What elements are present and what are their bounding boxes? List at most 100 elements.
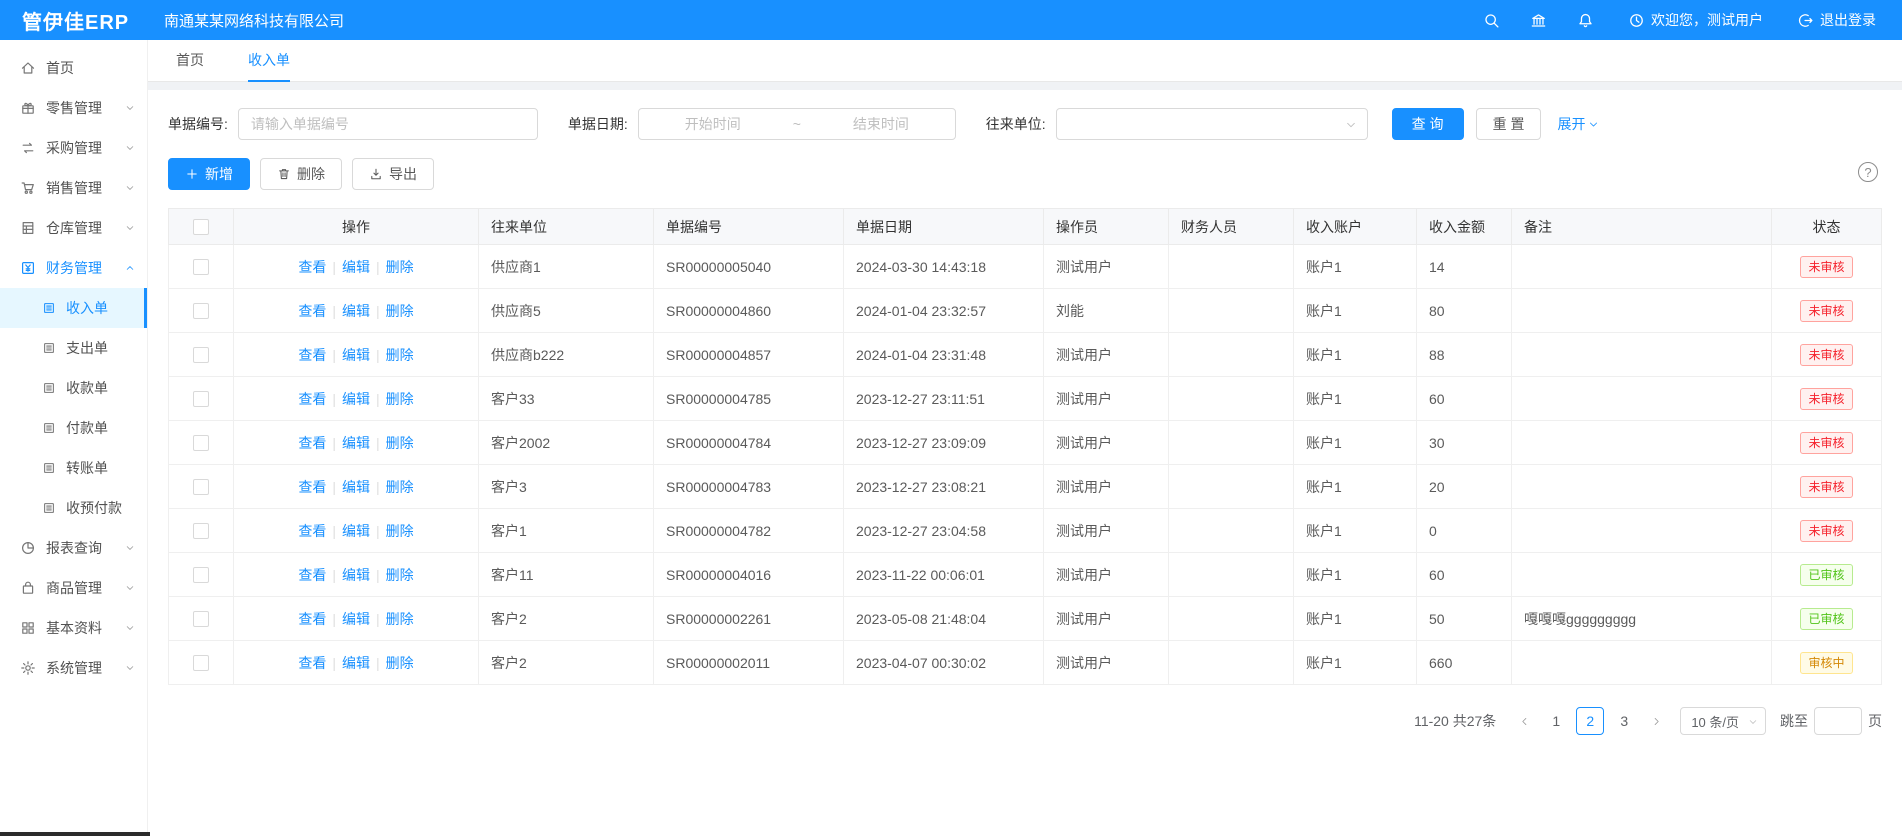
delete-link[interactable]: 删除: [386, 611, 414, 627]
sidebar-subitem[interactable]: 转账单: [0, 448, 147, 488]
row-checkbox[interactable]: [193, 567, 209, 583]
view-link[interactable]: 查看: [298, 303, 326, 319]
edit-link[interactable]: 编辑: [342, 347, 370, 363]
search-button[interactable]: 查 询: [1392, 108, 1464, 140]
view-link[interactable]: 查看: [298, 259, 326, 275]
bank-icon[interactable]: [1530, 12, 1547, 29]
edit-link[interactable]: 编辑: [342, 391, 370, 407]
user-menu[interactable]: 欢迎您，测试用户: [1628, 10, 1763, 30]
sidebar-subitem[interactable]: 付款单: [0, 408, 147, 448]
cell-amount: 20: [1417, 465, 1512, 509]
cell-bill-no: SR00000004783: [654, 465, 844, 509]
page-number[interactable]: 1: [1542, 707, 1570, 735]
view-link[interactable]: 查看: [298, 567, 326, 583]
view-link[interactable]: 查看: [298, 523, 326, 539]
status-badge: 未审核: [1800, 300, 1852, 322]
sidebar-item[interactable]: 报表查询: [0, 528, 147, 568]
prev-page-button[interactable]: [1512, 707, 1536, 735]
delete-link[interactable]: 删除: [386, 479, 414, 495]
tab-label: 首页: [176, 50, 204, 70]
delete-button[interactable]: 删除: [260, 158, 342, 190]
bill-no-input[interactable]: [238, 108, 538, 140]
sidebar-subitem[interactable]: 收款单: [0, 368, 147, 408]
cell-operator-text: 测试用户: [1056, 655, 1112, 671]
sidebar-item[interactable]: 系统管理: [0, 648, 147, 688]
cell-amount-text: 80: [1429, 303, 1445, 319]
sidebar-item[interactable]: 零售管理: [0, 88, 147, 128]
date-end-placeholder[interactable]: 结束时间: [807, 114, 955, 134]
delete-link[interactable]: 删除: [386, 303, 414, 319]
view-link[interactable]: 查看: [298, 435, 326, 451]
edit-link[interactable]: 编辑: [342, 523, 370, 539]
date-start-placeholder[interactable]: 开始时间: [639, 114, 787, 134]
page-size-select[interactable]: 10 条/页: [1680, 707, 1766, 735]
cell-operator: 测试用户: [1044, 245, 1169, 289]
sidebar-item[interactable]: 采购管理: [0, 128, 147, 168]
expand-link[interactable]: 展开: [1557, 114, 1599, 134]
row-checkbox[interactable]: [193, 611, 209, 627]
sidebar-item[interactable]: 基本资料: [0, 608, 147, 648]
row-checkbox[interactable]: [193, 303, 209, 319]
view-link[interactable]: 查看: [298, 347, 326, 363]
search-icon[interactable]: [1483, 12, 1500, 29]
jump-input[interactable]: [1814, 707, 1862, 735]
row-checkbox[interactable]: [193, 391, 209, 407]
view-link[interactable]: 查看: [298, 391, 326, 407]
help-icon[interactable]: ?: [1858, 162, 1878, 182]
row-checkbox[interactable]: [193, 479, 209, 495]
sidebar-item[interactable]: 商品管理: [0, 568, 147, 608]
page-number[interactable]: 3: [1610, 707, 1638, 735]
edit-link[interactable]: 编辑: [342, 435, 370, 451]
delete-link[interactable]: 删除: [386, 655, 414, 671]
delete-link[interactable]: 删除: [386, 347, 414, 363]
edit-link[interactable]: 编辑: [342, 655, 370, 671]
delete-link[interactable]: 删除: [386, 567, 414, 583]
export-button[interactable]: 导出: [352, 158, 434, 190]
view-link[interactable]: 查看: [298, 611, 326, 627]
next-page-button[interactable]: [1644, 707, 1668, 735]
edit-link[interactable]: 编辑: [342, 567, 370, 583]
sidebar-item[interactable]: 财务管理: [0, 248, 147, 288]
logout-button[interactable]: 退出登录: [1797, 10, 1876, 30]
partner-select[interactable]: [1056, 108, 1368, 140]
row-checkbox[interactable]: [193, 259, 209, 275]
add-label: 新增: [205, 164, 233, 184]
action-separator: |: [326, 435, 342, 451]
sidebar-item[interactable]: 仓库管理: [0, 208, 147, 248]
delete-link[interactable]: 删除: [386, 523, 414, 539]
view-link[interactable]: 查看: [298, 655, 326, 671]
cell-date-text: 2023-04-07 00:30:02: [856, 655, 986, 671]
sidebar-subitem[interactable]: 支出单: [0, 328, 147, 368]
edit-link[interactable]: 编辑: [342, 479, 370, 495]
warehouse-icon: [20, 220, 36, 236]
cell-finance: [1169, 641, 1294, 685]
tab[interactable]: 首页: [176, 40, 204, 82]
edit-link[interactable]: 编辑: [342, 611, 370, 627]
sidebar-subitem[interactable]: 收预付款: [0, 488, 147, 528]
tab[interactable]: 收入单: [248, 40, 290, 82]
sidebar-item[interactable]: 销售管理: [0, 168, 147, 208]
cell-operator: 测试用户: [1044, 333, 1169, 377]
bell-icon[interactable]: [1577, 12, 1594, 29]
row-checkbox[interactable]: [193, 523, 209, 539]
date-range-picker[interactable]: 开始时间 ~ 结束时间: [638, 108, 956, 140]
view-link[interactable]: 查看: [298, 479, 326, 495]
add-button[interactable]: 新增: [168, 158, 250, 190]
row-checkbox[interactable]: [193, 347, 209, 363]
chevron-down-icon: [1748, 717, 1758, 727]
edit-link[interactable]: 编辑: [342, 303, 370, 319]
delete-link[interactable]: 删除: [386, 391, 414, 407]
row-checkbox[interactable]: [193, 655, 209, 671]
reset-button[interactable]: 重 置: [1476, 108, 1542, 140]
column-header-label: 收入金额: [1429, 219, 1485, 235]
row-checkbox[interactable]: [193, 435, 209, 451]
edit-link[interactable]: 编辑: [342, 259, 370, 275]
cell-finance: [1169, 289, 1294, 333]
sidebar-item[interactable]: 首页: [0, 48, 147, 88]
sidebar-subitem[interactable]: 收入单: [0, 288, 147, 328]
delete-link[interactable]: 删除: [386, 435, 414, 451]
column-header: 财务人员: [1169, 209, 1294, 245]
select-all-checkbox[interactable]: [193, 219, 209, 235]
page-number[interactable]: 2: [1576, 707, 1604, 735]
delete-link[interactable]: 删除: [386, 259, 414, 275]
